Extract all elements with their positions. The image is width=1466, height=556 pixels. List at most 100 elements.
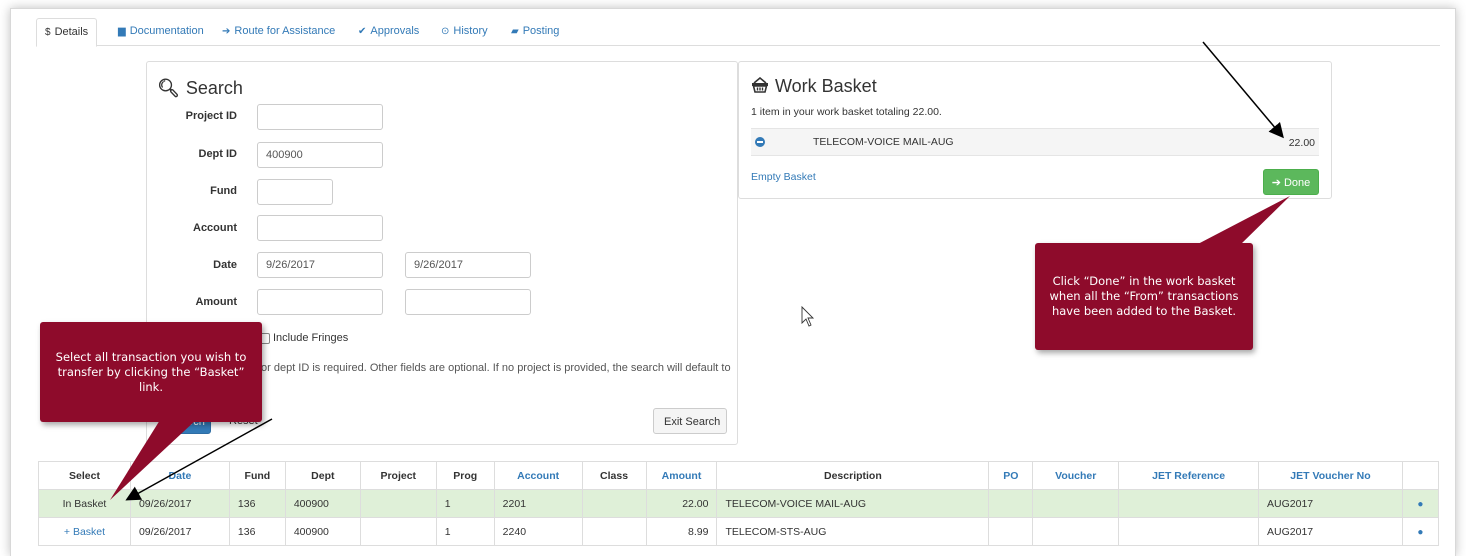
tab-bar: $ Details ▆ Documentation ➔ Route for Assis…: [36, 18, 1440, 47]
project-id-input[interactable]: [257, 104, 383, 130]
tab-route-for-assistance[interactable]: ➔ Route for Assistance: [222, 18, 335, 46]
col-po[interactable]: PO: [988, 461, 1034, 490]
col-jet-voucher-no[interactable]: JET Voucher No: [1258, 461, 1403, 490]
tab-label: Details: [54, 26, 89, 38]
amount-label: Amount: [195, 296, 237, 308]
col-dept: Dept: [284, 461, 361, 490]
callout-click-done: Click “Done” in the work basket when all…: [1035, 243, 1253, 350]
fund-label: Fund: [210, 185, 237, 197]
basket-icon: [751, 76, 769, 97]
po-cell: [988, 517, 1034, 546]
tab-label: History: [453, 25, 488, 37]
col-amount[interactable]: Amount: [645, 461, 718, 490]
work-basket-summary: 1 item in your work basket totaling 22.0…: [751, 106, 942, 118]
col-jet-reference[interactable]: JET Reference: [1118, 461, 1260, 490]
po-cell: [988, 489, 1034, 518]
tab-label: Posting: [522, 25, 560, 37]
search-help-text: or dept ID is required. Other fields are…: [261, 362, 731, 374]
tab-label: Approvals: [370, 25, 420, 37]
amount-cell: 8.99: [645, 517, 718, 546]
dept-cell: 400900: [284, 517, 361, 546]
col-account[interactable]: Account: [493, 461, 583, 490]
col-prog: Prog: [435, 461, 495, 490]
amount-to-input[interactable]: [405, 289, 531, 315]
amount-from-input[interactable]: [257, 289, 383, 315]
fund-cell: 136: [228, 489, 286, 518]
transactions-table: Select Date Fund Dept Project Prog Accou…: [38, 461, 1440, 546]
voucher-cell: [1032, 517, 1120, 546]
project-cell: [359, 517, 437, 546]
col-voucher[interactable]: Voucher: [1032, 461, 1120, 490]
book-icon: ▰: [511, 26, 519, 37]
check-icon: ✔: [358, 26, 367, 37]
dept-id-input[interactable]: [257, 142, 383, 168]
date-cell: 09/26/2017: [129, 517, 230, 546]
search-title: 🔍︎ Search: [157, 78, 243, 98]
remove-item-icon[interactable]: [755, 137, 765, 147]
date-from-input[interactable]: [257, 252, 383, 278]
table-row: + Basket 09/26/2017 136 400900 1 2240 8.…: [38, 517, 1440, 546]
amount-cell: 22.00: [645, 489, 718, 518]
jet-reference-cell: [1118, 489, 1260, 518]
add-to-basket-link[interactable]: + Basket: [64, 526, 105, 538]
arrow-right-icon: ➔: [222, 26, 231, 37]
description-cell: TELECOM-VOICE MAIL-AUG: [716, 489, 990, 518]
done-button[interactable]: ➔ Done: [1263, 169, 1319, 195]
account-label: Account: [193, 222, 237, 234]
tab-label: Documentation: [129, 25, 204, 37]
empty-basket-link[interactable]: Empty Basket: [751, 171, 816, 183]
col-view: [1401, 461, 1440, 490]
basket-item-description: TELECOM-VOICE MAIL-AUG: [813, 136, 954, 148]
project-cell: [359, 489, 437, 518]
jet-voucher-no-cell: AUG2017: [1258, 489, 1403, 518]
view-cell[interactable]: ●: [1401, 489, 1440, 518]
jet-reference-cell: [1118, 517, 1260, 546]
basket-item-amount: 22.00: [1288, 137, 1315, 149]
col-fund: Fund: [228, 461, 286, 490]
dept-id-label: Dept ID: [198, 148, 238, 160]
col-description: Description: [716, 461, 990, 490]
exit-search-button[interactable]: Exit Search: [653, 408, 727, 434]
select-cell[interactable]: + Basket: [38, 517, 131, 546]
view-cell[interactable]: ●: [1401, 517, 1440, 546]
table-row: In Basket 09/26/2017 136 400900 1 2201 2…: [38, 489, 1440, 518]
date-label: Date: [213, 259, 237, 271]
tab-history[interactable]: ⊙ History: [441, 18, 488, 46]
class-cell: [581, 517, 647, 546]
tab-details[interactable]: $ Details: [36, 18, 98, 47]
clock-icon: ⊙: [441, 26, 450, 37]
col-date[interactable]: Date: [129, 461, 230, 490]
fund-input[interactable]: [257, 179, 333, 205]
class-cell: [581, 489, 647, 518]
prog-cell: 1: [435, 489, 495, 518]
project-id-label: Project ID: [185, 110, 237, 122]
tab-posting[interactable]: ▰ Posting: [511, 18, 559, 46]
arrow-right-icon: ➔: [1271, 177, 1281, 189]
fund-cell: 136: [228, 517, 286, 546]
account-cell: 2201: [493, 489, 583, 518]
work-basket-title: Work Basket: [751, 76, 877, 97]
date-cell: 09/26/2017: [129, 489, 230, 518]
eye-icon[interactable]: ●: [1417, 499, 1423, 510]
basket-item: TELECOM-VOICE MAIL-AUG 22.00: [751, 128, 1319, 156]
dept-cell: 400900: [284, 489, 361, 518]
col-select: Select: [38, 461, 131, 490]
account-input[interactable]: [257, 215, 383, 241]
eye-icon[interactable]: ●: [1417, 527, 1423, 538]
file-icon: ▆: [118, 26, 126, 37]
tab-approvals[interactable]: ✔ Approvals: [358, 18, 419, 46]
dollar-icon: $: [45, 27, 51, 38]
col-class: Class: [581, 461, 647, 490]
tab-label: Route for Assistance: [234, 25, 336, 37]
table-header-row: Select Date Fund Dept Project Prog Accou…: [38, 461, 1440, 490]
date-to-input[interactable]: [405, 252, 531, 278]
include-fringes-label: Include Fringes: [273, 332, 349, 344]
select-cell: In Basket: [38, 489, 131, 518]
callout-select-transactions: Select all transaction you wish to trans…: [40, 322, 262, 422]
description-cell: TELECOM-STS-AUG: [716, 517, 990, 546]
account-cell: 2240: [493, 517, 583, 546]
tab-documentation[interactable]: ▆ Documentation: [118, 18, 204, 46]
search-icon: 🔍︎: [157, 78, 180, 98]
prog-cell: 1: [435, 517, 495, 546]
voucher-cell: [1032, 489, 1120, 518]
